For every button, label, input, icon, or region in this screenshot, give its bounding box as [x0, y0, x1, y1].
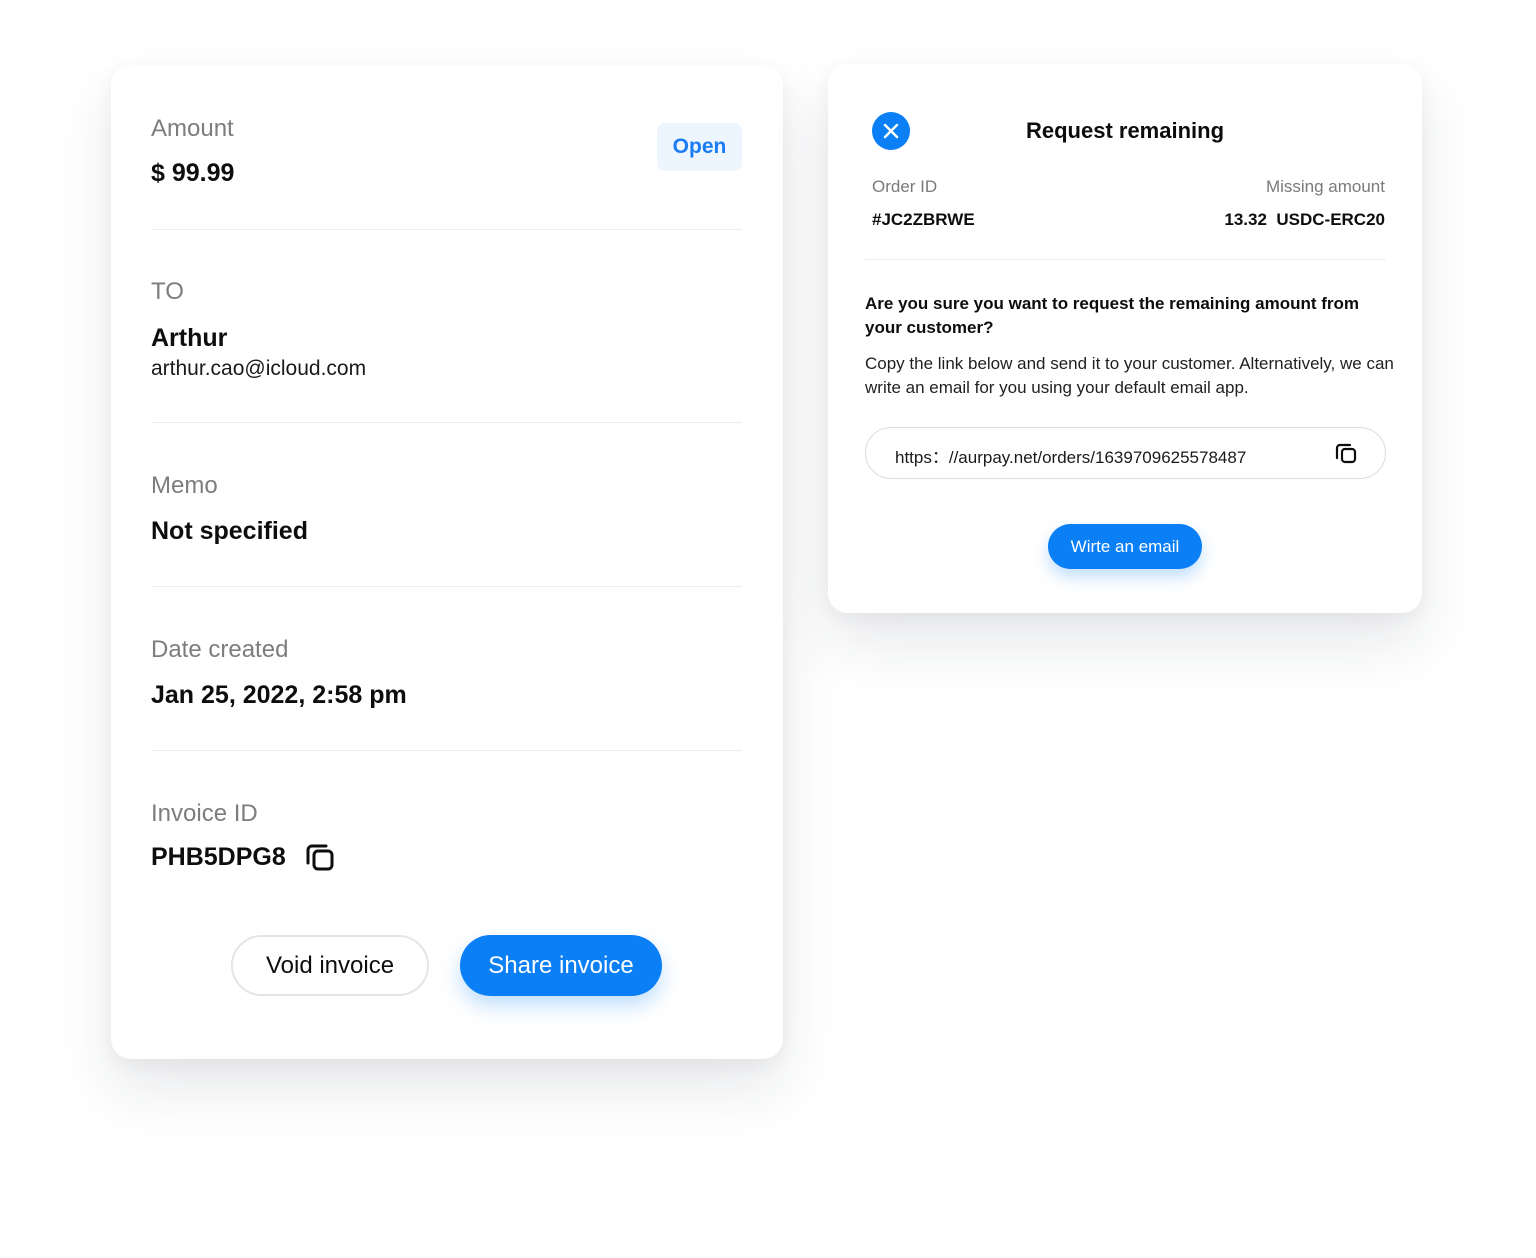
invoice-id-row: PHB5DPG8	[151, 841, 742, 873]
order-id-label: Order ID	[872, 177, 938, 196]
payment-link-field[interactable]: https：//aurpay.net/orders/16397096255784…	[865, 427, 1386, 479]
divider	[151, 586, 742, 587]
recipient-name: Arthur	[151, 324, 228, 352]
date-created-value: Jan 25, 2022, 2:58 pm	[151, 681, 407, 709]
instructions-text: Copy the link below and send it to your …	[865, 354, 1394, 397]
invoice-id-value: PHB5DPG8	[151, 842, 286, 871]
invoice-card: Amount $ 99.99 Open TO Arthur arthur.cao…	[111, 65, 783, 1059]
to-label: TO	[151, 278, 184, 305]
divider	[151, 750, 742, 751]
write-email-button[interactable]: Wirte an email	[1048, 524, 1202, 569]
request-remaining-modal: Request remaining Order ID #JC2ZBRWE Mis…	[828, 64, 1422, 613]
memo-value: Not specified	[151, 517, 308, 545]
divider	[151, 229, 742, 230]
invoice-id-label: Invoice ID	[151, 800, 258, 827]
void-invoice-button[interactable]: Void invoice	[231, 935, 429, 996]
share-invoice-button[interactable]: Share invoice	[460, 935, 662, 996]
recipient-email: arthur.cao@icloud.com	[151, 357, 367, 380]
divider	[151, 422, 742, 423]
memo-label: Memo	[151, 472, 218, 499]
modal-title: Request remaining	[1025, 118, 1225, 143]
copy-icon[interactable]	[1334, 441, 1358, 470]
amount-label: Amount	[151, 115, 234, 142]
missing-amount-label: Missing amount	[1265, 177, 1385, 196]
amount-value: $ 99.99	[151, 159, 235, 187]
confirmation-question: Are you sure you want to request the rem…	[865, 294, 1360, 337]
status-badge[interactable]: Open	[657, 123, 742, 171]
order-id-value: #JC2ZBRWE	[872, 210, 975, 229]
divider	[865, 259, 1386, 260]
payment-link-text[interactable]: https：//aurpay.net/orders/16397096255784…	[895, 443, 1246, 468]
missing-amount-value: 13.32 USDC-ERC20	[1224, 210, 1385, 229]
date-created-label: Date created	[151, 636, 289, 663]
copy-icon[interactable]	[304, 841, 336, 873]
